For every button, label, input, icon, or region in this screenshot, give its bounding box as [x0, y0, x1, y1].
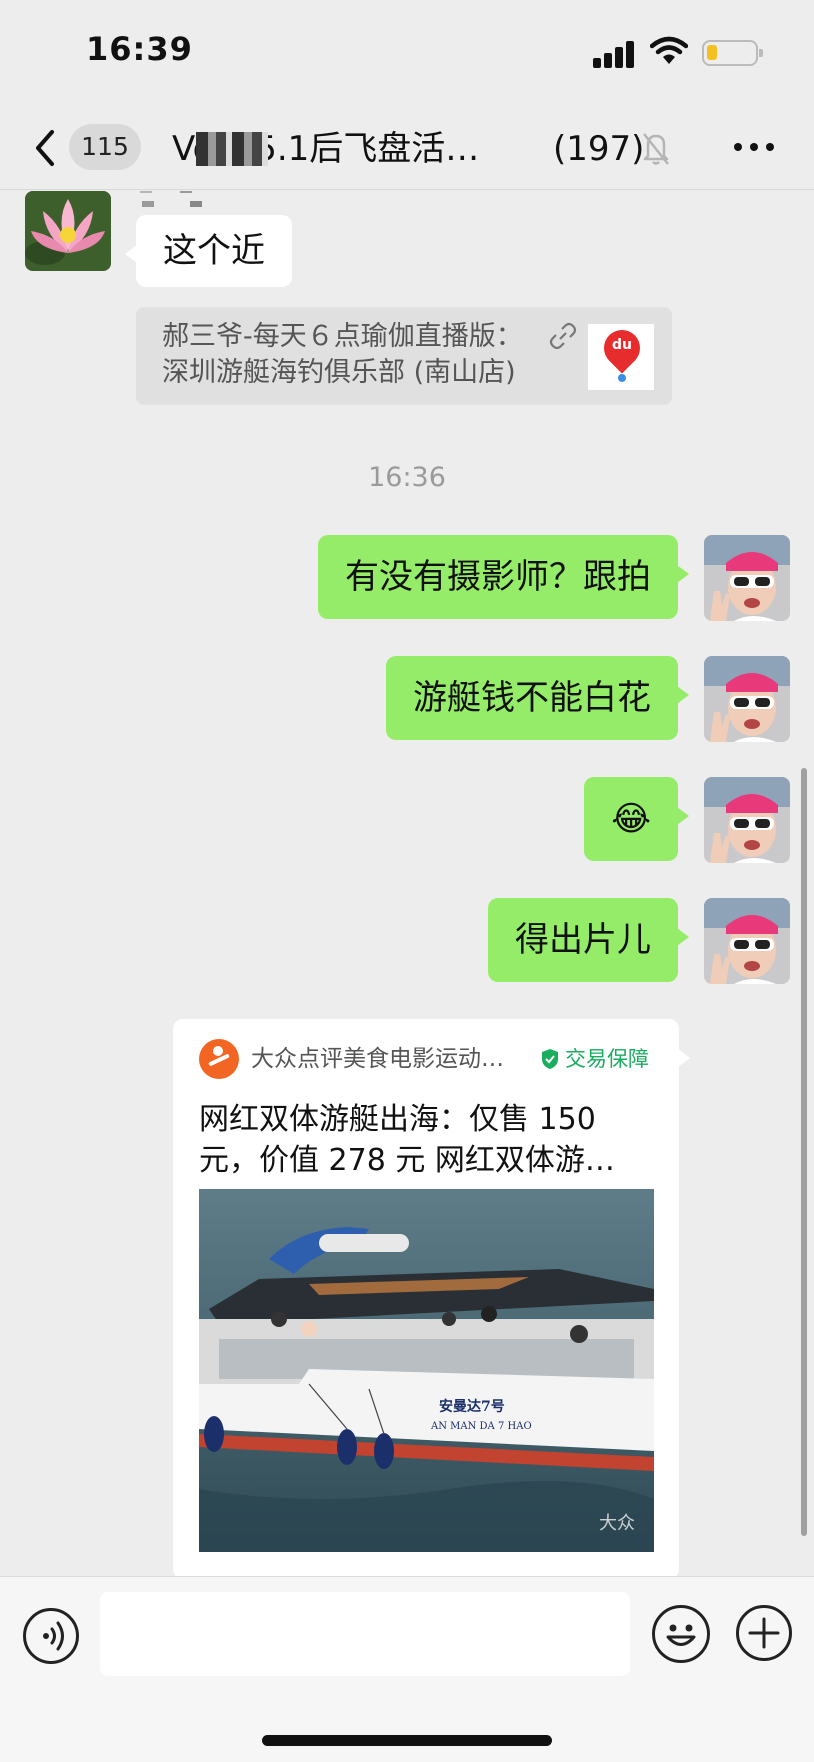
- redacted-mask: [196, 132, 268, 166]
- chat-header: 115 Volu 5.1后飞盘活… (197): [0, 110, 814, 190]
- avatar[interactable]: [704, 656, 790, 742]
- voice-icon[interactable]: [23, 1608, 79, 1664]
- boat-name: 安曼达7号: [439, 1398, 505, 1415]
- avatar[interactable]: [704, 535, 790, 621]
- message-bubble-sent[interactable]: 游艇钱不能白花: [386, 656, 689, 740]
- status-time: 16:39: [86, 30, 193, 68]
- yacht-image: 安曼达7号 AN MAN DA 7 HAO 大众: [199, 1189, 654, 1552]
- message-bubble-sent[interactable]: 得出片儿: [488, 898, 689, 982]
- message-text: 有没有摄影师？跟拍: [345, 557, 651, 597]
- member-count: (197): [553, 129, 645, 169]
- redacted-sender-name: [130, 191, 214, 207]
- shield-check-icon: [542, 1049, 558, 1069]
- quoted-message[interactable]: 郝三爷-每天６点瑜伽直播版： 深圳游艇海钓俱乐部 (南山店) du: [136, 307, 672, 405]
- scrollbar[interactable]: [801, 768, 807, 1536]
- card-source: 大众点评美食电影运动…: [251, 1046, 504, 1072]
- message-bubble-sent[interactable]: 😂: [584, 777, 689, 861]
- watermark: 大众: [599, 1513, 635, 1534]
- message-text: 这个近: [163, 231, 265, 271]
- avatar[interactable]: [704, 777, 790, 863]
- wifi-icon: [650, 36, 688, 64]
- card-title: 网红双体游艇出海：仅售 150 元，价值 278 元 网红双体游…: [199, 1102, 615, 1178]
- link-icon: [549, 322, 577, 350]
- avatar[interactable]: [25, 191, 111, 271]
- cellular-signal-icon: [593, 38, 637, 68]
- map-pin-icon: du: [588, 322, 654, 390]
- unread-count-badge[interactable]: 115: [69, 124, 141, 170]
- trade-guarantee-label: 交易保障: [565, 1047, 649, 1071]
- message-bubble-received[interactable]: 这个近: [125, 215, 292, 287]
- message-text: 游艇钱不能白花: [413, 678, 651, 718]
- quote-text: 郝三爷-每天６点瑜伽直播版： 深圳游艇海钓俱乐部 (南山店): [162, 321, 523, 388]
- dianping-logo-icon: [199, 1039, 239, 1079]
- message-input[interactable]: [100, 1592, 630, 1676]
- shared-link-card[interactable]: 大众点评美食电影运动… 交易保障 网红双体游艇出海：仅售 150 元，价值 27…: [173, 1019, 690, 1576]
- status-bar: 16:39: [0, 0, 814, 110]
- ellipsis-icon[interactable]: [734, 134, 778, 158]
- home-indicator[interactable]: [262, 1735, 552, 1746]
- smiley-icon[interactable]: [652, 1605, 710, 1663]
- message-list[interactable]: 这个近 郝三爷-每天６点瑜伽直播版： 深圳游艇海钓俱乐部 (南山店) du 16…: [0, 191, 814, 1576]
- boat-name-en: AN MAN DA 7 HAO: [430, 1421, 532, 1432]
- message-bubble-sent[interactable]: 有没有摄影师？跟拍: [318, 535, 689, 619]
- plus-icon[interactable]: [736, 1605, 792, 1661]
- avatar[interactable]: [704, 898, 790, 984]
- chevron-left-icon[interactable]: [30, 126, 60, 170]
- timestamp: 16:36: [368, 462, 446, 493]
- bell-slash-icon: [643, 133, 669, 165]
- message-text: 得出片儿: [515, 920, 651, 960]
- battery-icon: [702, 40, 763, 66]
- laughing-emoji: 😂: [611, 799, 651, 839]
- input-bar: [0, 1576, 814, 1762]
